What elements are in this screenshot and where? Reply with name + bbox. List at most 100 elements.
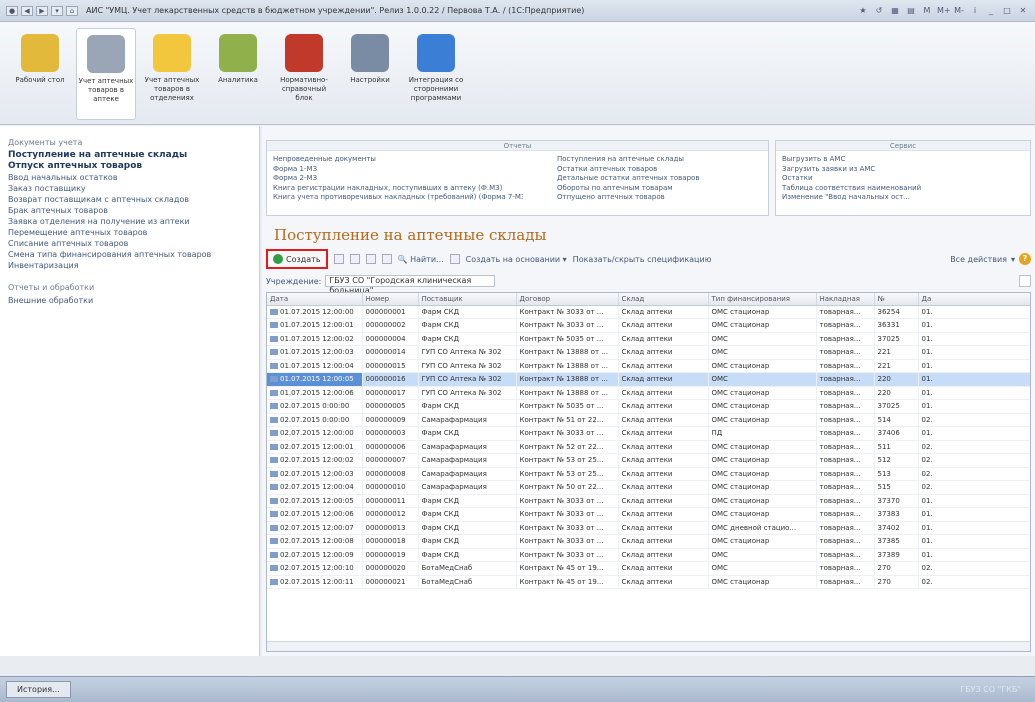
report-link[interactable]: Таблица соответствия наименований xyxy=(782,184,1022,194)
m-icon[interactable]: M xyxy=(921,6,933,15)
cell-text: 01.07.2015 12:00:04 xyxy=(280,361,354,370)
column-header[interactable]: Тип финансирования xyxy=(708,293,817,306)
select-button[interactable] xyxy=(1019,275,1031,287)
nav-item[interactable]: Списание аптечных товаров xyxy=(8,238,251,249)
table-row[interactable]: 02.07.2015 12:00:11 000000021 БотаМедСнаб К… xyxy=(267,575,1030,589)
post-icon[interactable] xyxy=(381,254,392,264)
horizontal-scrollbar[interactable] xyxy=(267,641,1030,651)
history-button[interactable]: История... xyxy=(6,681,71,698)
nav-item[interactable]: Смена типа финансирования аптечных товар… xyxy=(8,249,251,260)
nav-item[interactable]: Поступление на аптечные склады xyxy=(8,150,251,161)
cancel-search-icon[interactable] xyxy=(449,254,460,264)
table-row[interactable]: 02.07.2015 12:00:04 000000010 Самарафармац… xyxy=(267,480,1030,495)
nav-item[interactable]: Возврат поставщикам с аптечных складов xyxy=(8,194,251,205)
toggle-spec-button[interactable]: Показать/скрыть спецификацию xyxy=(573,255,712,264)
section-3[interactable]: Аналитика xyxy=(208,28,268,124)
table-cell: БотаМедСнаб xyxy=(418,575,517,589)
favorites-icon[interactable]: ★ xyxy=(857,6,869,15)
back-icon[interactable]: ◀ xyxy=(21,5,33,16)
report-link[interactable]: Детальные остатки аптечных товаров xyxy=(557,174,757,184)
section-5[interactable]: Настройки xyxy=(340,28,400,124)
table-row[interactable]: 02.07.2015 0:00:00 000000005 Фарм СКД Контр… xyxy=(267,399,1030,414)
column-header[interactable]: Дата xyxy=(267,293,363,306)
nav-item[interactable]: Ввод начальных остатков xyxy=(8,172,251,183)
table-row[interactable]: 02.07.2015 12:00:02 000000007 Самарафармац… xyxy=(267,453,1030,468)
calendar-icon[interactable]: ▤ xyxy=(905,6,917,15)
table-row[interactable]: 01.07.2015 12:00:06 000000017 ГУП СО Аптек… xyxy=(267,386,1030,400)
find-button[interactable]: 🔍 Найти... xyxy=(398,255,444,264)
table-row[interactable]: 01.07.2015 12:00:03 000000014 ГУП СО Аптек… xyxy=(267,345,1030,360)
column-header[interactable]: Склад xyxy=(618,293,709,306)
table-row[interactable]: 02.07.2015 12:00:07 000000013 Фарм СКД Конт… xyxy=(267,521,1030,535)
table-row[interactable]: 01.07.2015 12:00:00 000000001 Фарм СКД Конт… xyxy=(267,305,1030,319)
section-1[interactable]: Учет аптечных товаров в аптеке xyxy=(76,28,136,120)
table-row[interactable]: 02.07.2015 12:00:01 000000006 Самарафармац… xyxy=(267,440,1030,454)
copy-icon[interactable] xyxy=(333,254,344,264)
home-icon[interactable]: ⌂ xyxy=(66,5,78,16)
maximize-icon[interactable]: □ xyxy=(1001,6,1013,15)
dropdown-icon[interactable]: ▾ xyxy=(51,5,63,16)
nav-item[interactable]: Заявка отделения на получение из аптеки xyxy=(8,216,251,227)
report-link[interactable]: Поступления на аптечные склады xyxy=(557,155,757,165)
service-box: Сервис Выгрузить в АМС Загрузить заявки и… xyxy=(775,140,1031,216)
column-header[interactable]: Накладная xyxy=(816,293,875,306)
report-link[interactable]: Обороты по аптечным товарам xyxy=(557,184,757,194)
report-link[interactable]: Выгрузить в АМС xyxy=(782,155,1022,165)
table-row[interactable]: 02.07.2015 12:00:00 000000003 Фарм СКД Конт… xyxy=(267,426,1030,441)
section-2[interactable]: Учет аптечных товаров в отделениях xyxy=(142,28,202,124)
cell-text: 02.07.2015 12:00:05 xyxy=(280,496,354,505)
close-icon[interactable]: ✕ xyxy=(1017,6,1029,15)
report-link[interactable]: Книга учета противоречивых накладных (тр… xyxy=(273,193,523,203)
table-row[interactable]: 02.07.2015 12:00:10 000000020 БотаМедСнаб К… xyxy=(267,561,1030,576)
table-row[interactable]: 02.07.2015 12:00:06 000000012 Фарм СКД Конт… xyxy=(267,507,1030,522)
institution-field[interactable]: ГБУЗ СО "Городская клиническая больница" xyxy=(325,275,496,295)
column-header[interactable]: № xyxy=(874,293,919,306)
table-row[interactable]: 02.07.2015 12:00:05 000000011 Фарм СКД Конт… xyxy=(267,494,1030,508)
report-link[interactable]: Непроведенные документы xyxy=(273,155,523,165)
column-header[interactable]: Да xyxy=(918,293,1030,306)
create-button[interactable]: Создать xyxy=(266,249,328,269)
help-icon[interactable]: ? xyxy=(1019,253,1031,265)
table-row[interactable]: 01.07.2015 12:00:01 000000002 Фарм СКД Конт… xyxy=(267,318,1030,333)
nav-item[interactable]: Брак аптечных товаров xyxy=(8,205,251,216)
section-0[interactable]: Рабочий стол xyxy=(10,28,70,124)
nav-item[interactable]: Перемещение аптечных товаров xyxy=(8,227,251,238)
table-row[interactable]: 02.07.2015 12:00:08 000000018 Фарм СКД Конт… xyxy=(267,534,1030,549)
table-row[interactable]: 01.07.2015 12:00:02 000000004 Фарм СКД Конт… xyxy=(267,332,1030,346)
report-link[interactable]: Загрузить заявки из АМС xyxy=(782,165,1022,175)
info-icon[interactable]: i xyxy=(969,6,981,15)
nav-item[interactable]: Внешние обработки xyxy=(8,295,251,306)
app-menu-icon[interactable]: ● xyxy=(6,5,18,16)
table-row[interactable]: 02.07.2015 12:00:03 000000008 Самарафармац… xyxy=(267,467,1030,481)
column-header[interactable]: Номер xyxy=(362,293,419,306)
all-actions-menu[interactable]: Все действия ▾ ? xyxy=(950,253,1031,265)
report-link[interactable]: Изменение "Ввод начальных ост... xyxy=(782,193,1022,203)
report-link[interactable]: Форма 2-МЗ xyxy=(273,174,523,184)
delete-mark-icon[interactable] xyxy=(365,254,376,264)
create-based-button[interactable]: Создать на основании ▾ xyxy=(466,255,567,264)
table-row[interactable]: 01.07.2015 12:00:04 000000015 ГУП СО Аптек… xyxy=(267,359,1030,373)
calc-icon[interactable]: ▦ xyxy=(889,6,901,15)
report-link[interactable]: Форма 1-МЗ xyxy=(273,165,523,175)
nav-item[interactable]: Отпуск аптечных товаров xyxy=(8,161,251,172)
section-6[interactable]: Интеграция со сторонними программами xyxy=(406,28,466,124)
table-cell: 000000002 xyxy=(362,318,419,333)
report-link[interactable]: Отпущено аптечных товаров xyxy=(557,193,757,203)
minimize-icon[interactable]: _ xyxy=(985,6,997,15)
m-plus-icon[interactable]: M+ xyxy=(937,6,951,15)
forward-icon[interactable]: ▶ xyxy=(36,5,48,16)
column-header[interactable]: Договор xyxy=(516,293,619,306)
table-row[interactable]: 02.07.2015 0:00:00 000000009 Самарафармаци… xyxy=(267,413,1030,427)
report-link[interactable]: Книга регистрации накладных, поступивших… xyxy=(273,184,523,194)
table-row[interactable]: 01.07.2015 12:00:05 000000016 ГУП СО Аптек… xyxy=(267,372,1030,387)
nav-item[interactable]: Заказ поставщику xyxy=(8,183,251,194)
report-link[interactable]: Остатки аптечных товаров xyxy=(557,165,757,175)
edit-icon[interactable] xyxy=(349,254,360,264)
section-4[interactable]: Нормативно-справочный блок xyxy=(274,28,334,124)
m-minus-icon[interactable]: M- xyxy=(953,6,965,15)
table-row[interactable]: 02.07.2015 12:00:09 000000019 Фарм СКД Конт… xyxy=(267,548,1030,562)
report-link[interactable]: Остатки xyxy=(782,174,1022,184)
column-header[interactable]: Поставщик xyxy=(418,293,517,306)
nav-item[interactable]: Инвентаризация xyxy=(8,260,251,271)
history-icon[interactable]: ↺ xyxy=(873,6,885,15)
